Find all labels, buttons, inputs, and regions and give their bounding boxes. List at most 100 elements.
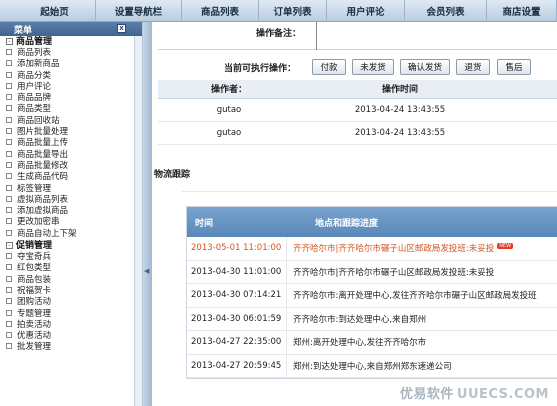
menu-item[interactable]: 团购活动 [0,297,142,308]
menu-item-label: 商品包装 [17,274,52,285]
menu-item-label: 商品批量导出 [17,149,69,160]
menu-item[interactable]: 商品列表 [0,48,142,59]
menu-item[interactable]: 商品包装 [0,275,142,286]
menu-item[interactable]: 添加新商品 [0,59,142,70]
nav-tab-shop-settings[interactable]: 商店设置 [487,0,557,22]
nav-tab-orders[interactable]: 订单列表 [259,0,327,22]
menu-item-label: 商品批量上传 [17,138,69,149]
menu-item-label: 专题管理 [17,308,52,319]
unship-button[interactable]: 未发货 [352,59,394,75]
menu-item-label: 祝福贺卡 [17,285,52,296]
menu-item[interactable]: 商品自动上下架 [0,229,142,240]
tracking-table: 时间 地点和跟踪进度 2013-05-01 11:01:00 齐齐哈尔市|齐齐哈… [186,206,557,379]
nav-tab-settings-nav[interactable]: 设置导航栏 [96,0,182,22]
tracking-detail: 郑州:离开处理中心,发往齐齐哈尔市 [293,338,427,349]
collapse-toggle-icon[interactable]: - [6,242,13,250]
menu-item[interactable]: 专题管理 [0,309,142,320]
menu-group-label: 促销管理 [16,241,53,252]
menu-item[interactable]: 商品品牌 [0,93,142,104]
page-icon [6,195,12,202]
tracking-row: 2013-04-30 11:01:00 齐齐哈尔市|齐齐哈尔市碾子山区邮政局发投… [187,260,557,284]
menu-item[interactable]: 图片批量处理 [0,127,142,138]
menu-item[interactable]: 标签管理 [0,184,142,195]
collapse-arrow-icon[interactable]: ◀ [144,267,149,275]
operation-log: 操作者： 操作时间 gutao 2013-04-24 13:43:55 guta… [158,80,557,145]
menu-item[interactable]: 批发管理 [0,342,142,353]
tracking-detail: 齐齐哈尔市:离开处理中心,发往齐齐哈尔市碾子山区邮政局发投班 [293,291,537,302]
page-icon [6,286,12,293]
menu-item-label: 商品品牌 [17,93,52,104]
page-icon [6,161,12,168]
page-icon [6,320,12,327]
top-navigation: 起始页 设置导航栏 商品列表 订单列表 用户评论 会员列表 商店设置 [0,0,557,22]
menu-item-label: 商品批量修改 [17,160,69,171]
menu-item-label: 更改加密串 [17,217,60,228]
menu-title: 菜单 [14,25,33,36]
actions-label: 当前可执行操作： [224,64,297,74]
menu-item[interactable]: 商品批量修改 [0,161,142,172]
watermark: 优易软件 UUECS.COM [400,383,549,402]
menu-item[interactable]: 更改加密串 [0,217,142,228]
page-icon [6,298,12,305]
page-icon [6,94,12,101]
page-icon [6,49,12,55]
remark-input[interactable] [316,22,557,50]
menu-item-label: 添加新商品 [17,59,60,70]
watermark-logo: 优易软件 [399,387,454,402]
after-sale-button[interactable]: 售后 [497,59,531,75]
return-button[interactable]: 退货 [456,59,490,75]
sidebar-menu: 菜单 x - 商品管理 商品列表 添加新商品 商品分类 用户评论 商品品牌 商品类型 商品回收站… [0,22,143,406]
menu-group[interactable]: - 促销管理 [0,240,142,252]
menu-item[interactable]: 祝福贺卡 [0,286,142,297]
watermark-site: UUECS.COM [456,387,549,402]
menu-item[interactable]: 添加虚拟商品 [0,206,142,217]
menu-item[interactable]: 商品类型 [0,104,142,115]
menu-item[interactable]: 夺宝奇兵 [0,252,142,263]
tracking-title: 物流跟踪 [154,170,191,180]
menu-item[interactable]: 红包类型 [0,263,142,274]
menu-item[interactable]: 商品批量导出 [0,150,142,161]
remark-label: 操作备注： [256,29,302,39]
tracking-header-progress: 地点和跟踪进度 [315,218,379,229]
menu-item[interactable]: 优惠活动 [0,331,142,342]
menu-item-label: 优惠活动 [17,331,52,342]
divider [182,191,557,192]
close-icon[interactable]: x [117,24,126,33]
order-detail-panel: 操作备注： 当前可执行操作： 付款 未发货 确认发货 退货 售后 操作者： 操作… [152,22,557,406]
sidebar-splitter[interactable]: ◀ [143,22,152,406]
order-actions: 当前可执行操作： 付款 未发货 确认发货 退货 售后 [158,56,557,78]
menu-item-label: 标签管理 [17,183,52,194]
tracking-time: 2013-04-27 22:35:00 [187,331,287,354]
menu-item[interactable]: 商品分类 [0,71,142,82]
menu-item[interactable]: 商品批量上传 [0,138,142,149]
log-row: gutao 2013-04-24 13:43:55 [158,121,557,145]
page-icon [6,173,12,180]
page-icon [6,218,12,225]
pay-button[interactable]: 付款 [312,59,346,75]
menu-item[interactable]: 拍卖活动 [0,320,142,331]
tracking-detail: 齐齐哈尔市|齐齐哈尔市碾子山区邮政局发投班:未妥投 NEW [287,242,514,254]
menu-item-label: 商品自动上下架 [17,228,77,239]
nav-tab-products[interactable]: 商品列表 [182,0,259,22]
menu-group[interactable]: - 商品管理 [0,36,142,48]
menu-item[interactable]: 用户评论 [0,82,142,93]
nav-tab-members[interactable]: 会员列表 [405,0,487,22]
log-row: gutao 2013-04-24 13:43:55 [158,98,557,122]
page-icon [6,82,12,89]
tracking-time: 2013-04-30 06:01:59 [187,307,287,330]
log-time: 2013-04-24 13:43:55 [300,121,500,145]
menu-item[interactable]: 虚拟商品列表 [0,195,142,206]
menu-item[interactable]: 生成商品代码 [0,172,142,183]
page-icon [6,139,12,146]
page-icon [6,207,12,214]
sidebar-scrollbar[interactable] [134,36,142,406]
confirm-ship-button[interactable]: 确认发货 [400,59,450,75]
page-icon [6,184,12,191]
menu-item[interactable]: 商品回收站 [0,116,142,127]
nav-tab-comments[interactable]: 用户评论 [327,0,405,22]
nav-tab-start[interactable]: 起始页 [14,0,96,22]
tracking-header-time: 时间 [195,218,214,229]
menu-item-label: 虚拟商品列表 [17,194,69,205]
collapse-toggle-icon[interactable]: - [6,38,13,45]
menu-item-label: 批发管理 [17,342,52,353]
